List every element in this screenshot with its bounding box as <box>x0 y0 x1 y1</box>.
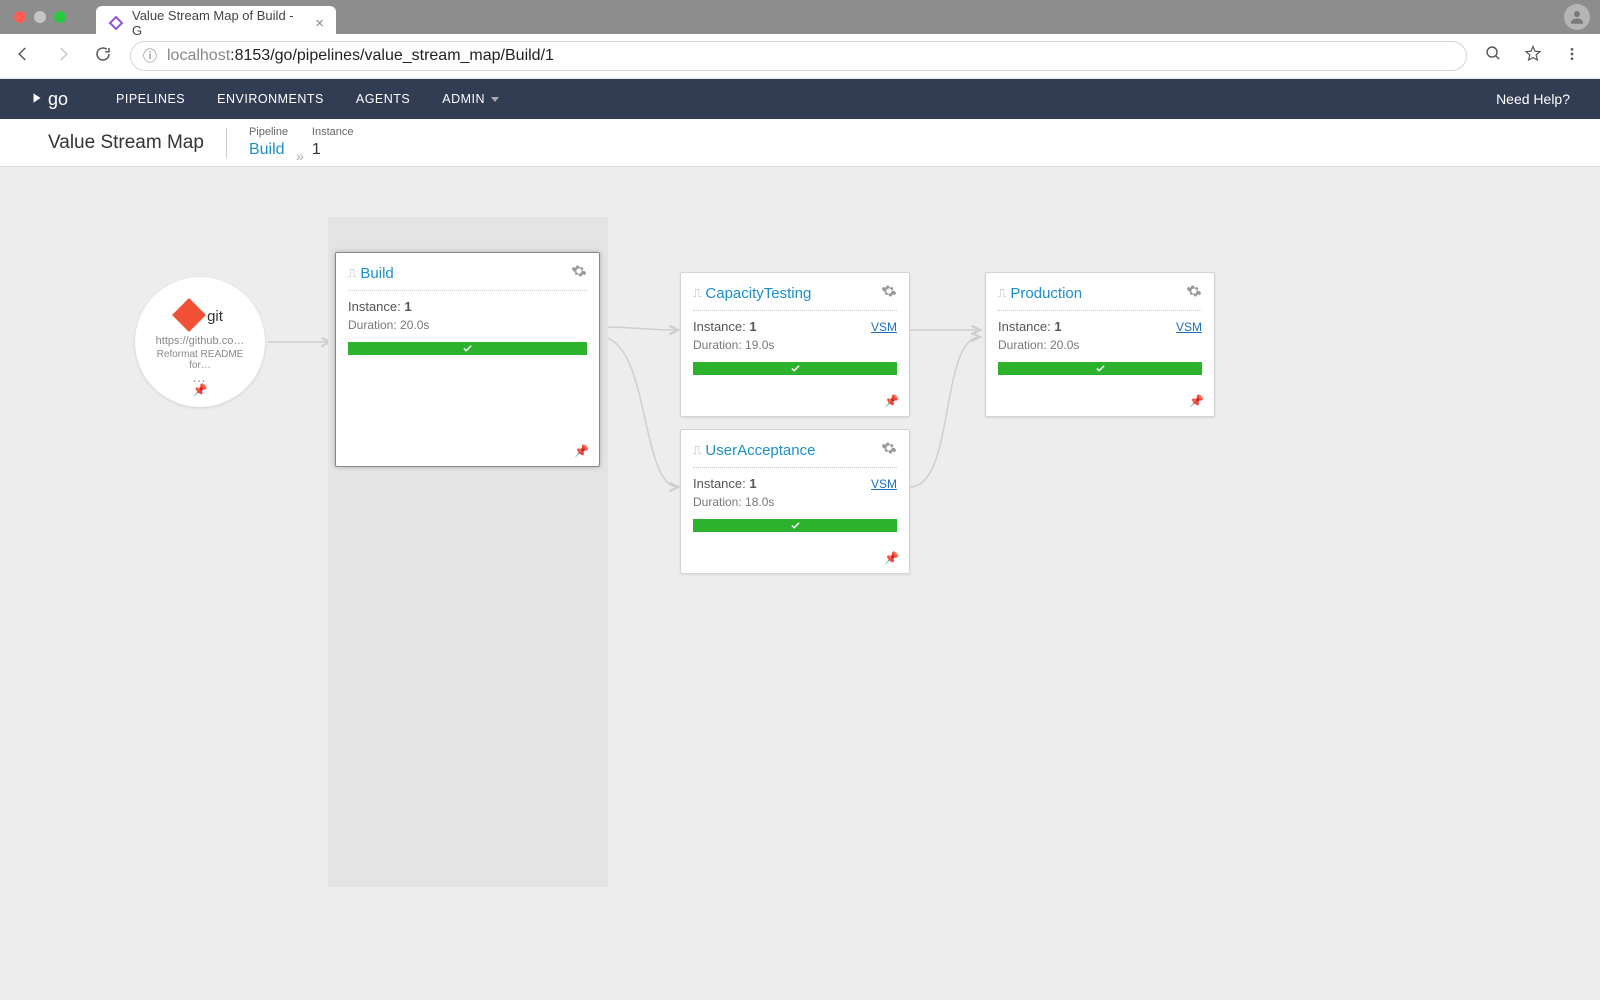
close-window-icon[interactable] <box>14 11 26 23</box>
forward-icon[interactable] <box>50 41 76 72</box>
pipeline-node-capacity[interactable]: ⎍CapacityTesting Instance: 1VSM Duration… <box>680 272 910 417</box>
vsm-canvas[interactable]: git https://github.co… Reformat README f… <box>0 167 1600 1000</box>
tab-title: Value Stream Map of Build - G <box>132 8 307 38</box>
gear-icon[interactable] <box>881 283 897 304</box>
breadcrumb-pipeline-link[interactable]: Build <box>249 140 288 159</box>
pipeline-node-production[interactable]: ⎍Production Instance: 1VSM Duration: 20.… <box>985 272 1215 417</box>
pin-icon[interactable]: 📌 <box>574 444 589 458</box>
maximize-window-icon[interactable] <box>54 11 66 23</box>
material-git-node[interactable]: git https://github.co… Reformat README f… <box>135 277 265 407</box>
pipeline-node-useraccept[interactable]: ⎍UserAcceptance Instance: 1VSM Duration:… <box>680 429 910 574</box>
breadcrumb-sep-icon: » <box>296 148 304 166</box>
pin-icon[interactable]: 📌 <box>884 551 899 565</box>
pipeline-icon: ⎍ <box>693 286 701 301</box>
browser-titlebar: Value Stream Map of Build - G × <box>0 0 1600 34</box>
site-info-icon[interactable]: ⓘ <box>143 46 157 66</box>
minimize-window-icon[interactable] <box>34 11 46 23</box>
gear-icon[interactable] <box>1186 283 1202 304</box>
gear-icon[interactable] <box>571 263 587 284</box>
chevron-down-icon <box>491 97 499 102</box>
pipeline-link-useraccept[interactable]: ⎍UserAcceptance <box>693 442 815 459</box>
pipeline-node-build[interactable]: ⎍Build Instance: 1 Duration: 20.0s 📌 <box>335 252 600 467</box>
page-title: Value Stream Map <box>48 132 204 154</box>
address-bar: ⓘ localhost:8153/go/pipelines/value_stre… <box>0 34 1600 79</box>
pin-icon[interactable]: 📌 <box>193 383 208 397</box>
back-icon[interactable] <box>10 41 36 72</box>
app-logo[interactable]: go <box>30 89 68 110</box>
breadcrumb-pipeline: Pipeline Build <box>249 126 288 158</box>
profile-avatar-icon[interactable] <box>1564 4 1590 30</box>
zoom-icon[interactable] <box>1481 41 1506 71</box>
url-input[interactable]: ⓘ localhost:8153/go/pipelines/value_stre… <box>130 41 1467 71</box>
vsm-link[interactable]: VSM <box>871 320 897 334</box>
divider <box>226 128 227 158</box>
pipeline-icon: ⎍ <box>693 443 701 458</box>
git-icon <box>172 298 206 332</box>
app-navbar: go PIPELINES ENVIRONMENTS AGENTS ADMIN N… <box>0 79 1600 119</box>
pipeline-link-build[interactable]: ⎍Build <box>348 265 394 282</box>
nav-environments[interactable]: ENVIRONMENTS <box>217 92 324 106</box>
bookmark-icon[interactable] <box>1520 41 1546 72</box>
tab-close-icon[interactable]: × <box>315 15 324 32</box>
menu-icon[interactable] <box>1560 42 1584 71</box>
help-link[interactable]: Need Help? <box>1496 91 1570 107</box>
material-url: https://github.co… <box>156 335 245 347</box>
stage-bar-passed[interactable] <box>998 362 1202 375</box>
pipeline-link-capacity[interactable]: ⎍CapacityTesting <box>693 285 811 302</box>
pipeline-icon: ⎍ <box>998 286 1006 301</box>
stage-bar-passed[interactable] <box>693 519 897 532</box>
browser-tab[interactable]: Value Stream Map of Build - G × <box>96 6 336 35</box>
nav-agents[interactable]: AGENTS <box>356 92 410 106</box>
material-commit-msg: Reformat README for… <box>145 349 255 371</box>
vsm-link[interactable]: VSM <box>871 477 897 491</box>
window-controls <box>14 11 66 23</box>
nav-admin[interactable]: ADMIN <box>442 92 499 106</box>
logo-icon <box>30 91 44 108</box>
pipeline-link-production[interactable]: ⎍Production <box>998 285 1082 302</box>
gear-icon[interactable] <box>881 440 897 461</box>
stage-bar-passed[interactable] <box>693 362 897 375</box>
nav-pipelines[interactable]: PIPELINES <box>116 92 185 106</box>
pin-icon[interactable]: 📌 <box>1189 394 1204 408</box>
reload-icon[interactable] <box>90 41 116 72</box>
vsm-link[interactable]: VSM <box>1176 320 1202 334</box>
stage-bar-passed[interactable] <box>348 342 587 355</box>
page-header: Value Stream Map Pipeline Build » Instan… <box>0 119 1600 167</box>
favicon-icon <box>108 15 124 31</box>
pipeline-icon: ⎍ <box>348 266 356 281</box>
breadcrumb-instance: Instance 1 <box>312 126 354 158</box>
url-text: localhost:8153/go/pipelines/value_stream… <box>167 47 554 65</box>
pin-icon[interactable]: 📌 <box>884 394 899 408</box>
